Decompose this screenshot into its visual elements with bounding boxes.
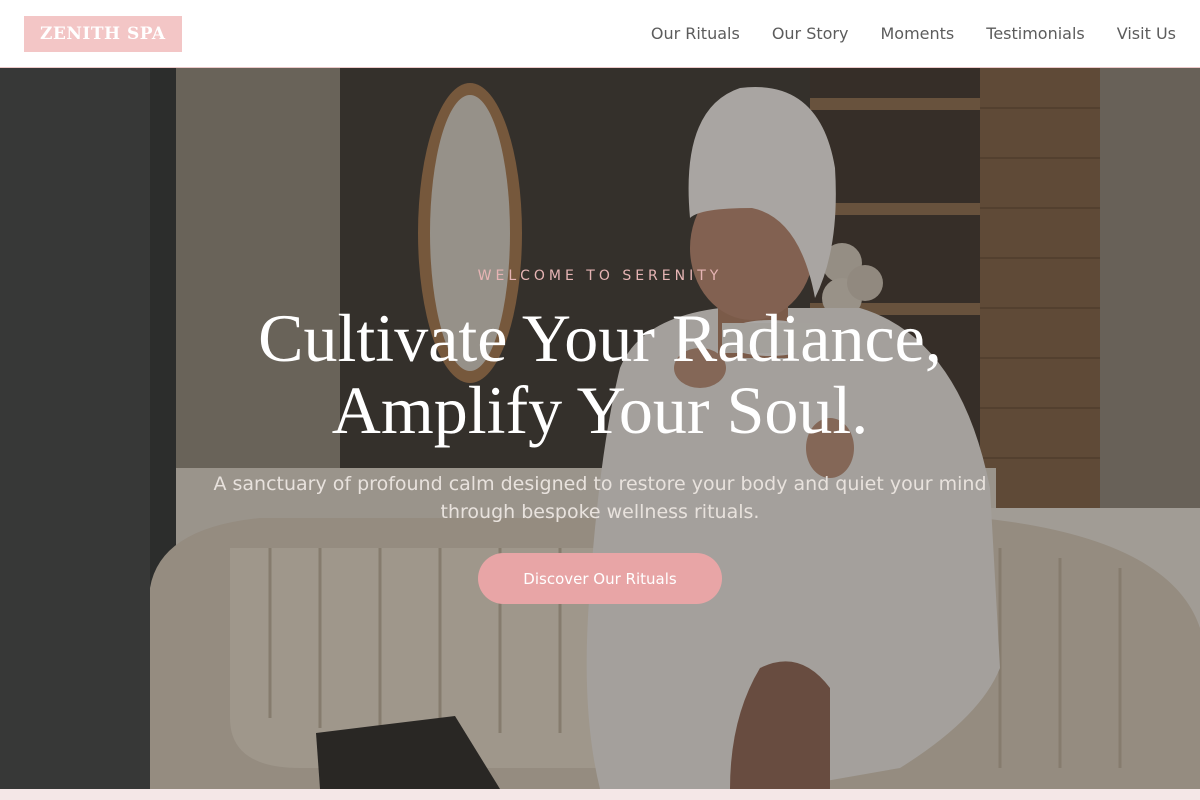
nav-our-story[interactable]: Our Story [772,24,849,43]
hero-eyebrow: WELCOME TO SERENITY [477,268,723,284]
nav-moments[interactable]: Moments [880,24,954,43]
nav-visit-us[interactable]: Visit Us [1117,24,1176,43]
hero-headline-line-1: Cultivate Your Radiance, [258,300,942,376]
hero-section: WELCOME TO SERENITY Cultivate Your Radia… [0,68,1200,789]
nav-our-rituals[interactable]: Our Rituals [651,24,740,43]
hero-content: WELCOME TO SERENITY Cultivate Your Radia… [0,68,1200,789]
next-section-edge [0,789,1200,800]
site-header: ZENITH SPA Our Rituals Our Story Moments… [0,0,1200,68]
hero-subheadline-line-1: A sanctuary of profound calm designed to… [213,473,987,495]
logo[interactable]: ZENITH SPA [24,15,182,52]
hero-headline: Cultivate Your Radiance, Amplify Your So… [0,302,1200,446]
main-nav: Our Rituals Our Story Moments Testimonia… [619,24,1176,43]
nav-testimonials[interactable]: Testimonials [986,24,1085,43]
discover-rituals-button[interactable]: Discover Our Rituals [478,553,722,604]
hero-subheadline: A sanctuary of profound calm designed to… [190,470,1010,526]
hero-headline-line-2: Amplify Your Soul. [331,372,869,448]
hero-subheadline-line-2: through bespoke wellness rituals. [440,501,760,523]
